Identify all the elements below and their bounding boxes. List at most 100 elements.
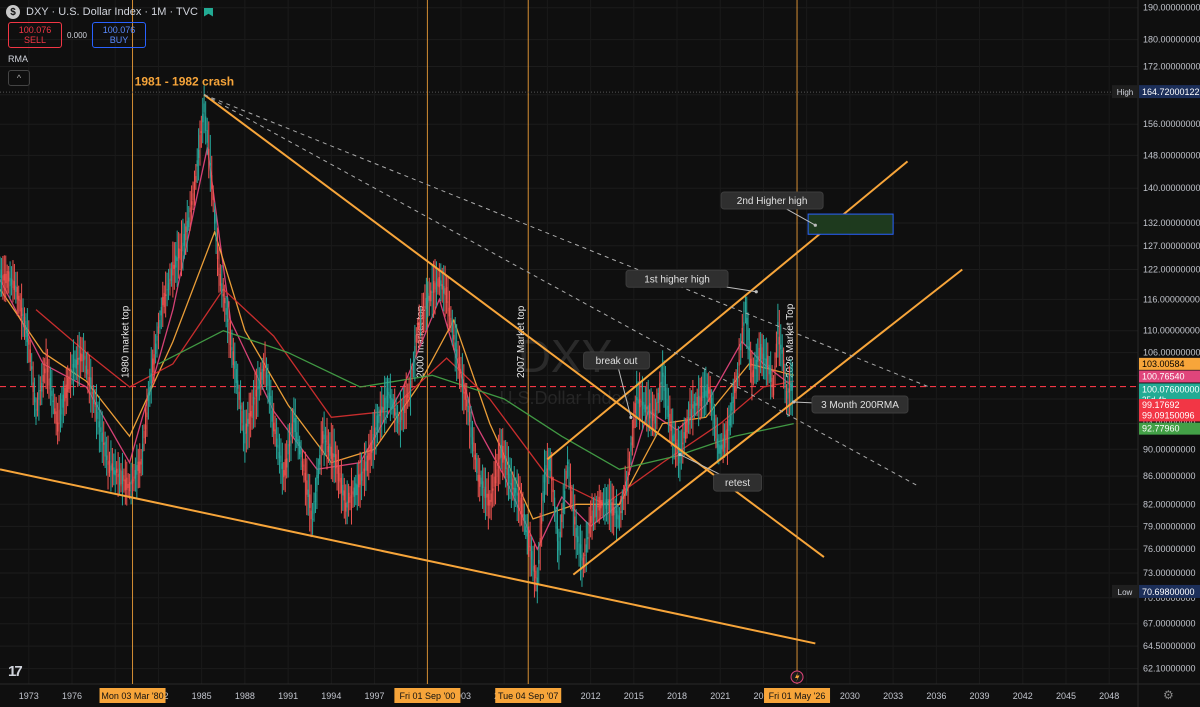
candle-body [327,446,330,453]
candle-body [641,401,644,406]
candle-body [352,491,354,495]
candle-body [15,285,17,292]
candle-body [311,518,314,520]
x-tick-label: 2012 [581,691,601,701]
candle-body [602,503,605,505]
candle-body [5,273,7,284]
candle-body [274,429,276,435]
candle-body [183,233,185,247]
candle-body [299,441,301,455]
candle-body [67,378,69,393]
candle-body [738,359,740,366]
date-label: Mon 03 Mar '80 [101,691,163,701]
candle-body [503,455,505,460]
candle-body [216,250,219,260]
candle-body [600,500,602,509]
candle-body [512,478,514,490]
candle-body [358,474,360,488]
candle-body [620,510,622,514]
candle-body [571,491,573,504]
candle-body [324,440,327,443]
candle-body [294,418,296,432]
candle-body [457,357,459,365]
buy-button[interactable]: 100.076 BUY [92,22,146,48]
candle-body [621,499,623,513]
candle-body [757,356,759,362]
candle-body [69,368,72,377]
candle-body [94,402,96,407]
extreme-label: High [1117,88,1133,97]
gear-icon[interactable]: ⚙ [1163,688,1174,702]
candle-body [257,386,259,390]
candle-body [666,399,668,410]
y-tick-label: 180.00000000 [1143,35,1200,45]
annotation-text: 2nd Higher high [737,196,808,207]
candle-body [751,372,753,384]
annotation-pointer-dot [754,290,758,294]
flag-icon[interactable] [203,7,213,17]
candle-body [732,396,734,403]
candle-body [337,467,340,481]
candle-body [156,335,158,341]
indicator-label[interactable]: RMA [8,54,28,64]
candle-body [284,459,286,476]
annotation-text: break out [596,356,638,367]
y-tick-label: 62.10000000 [1143,664,1196,674]
candle-body [752,370,754,378]
candle-body [489,499,491,506]
candle-body [264,363,266,366]
chart-header: $ DXY · U.S. Dollar Index · 1M · TVC [6,5,213,19]
candle-body [469,411,471,422]
candle-body [64,388,66,402]
candle-body [492,488,494,491]
x-tick-label: 2042 [1013,691,1033,701]
candle-body [425,297,427,310]
candle-body [45,362,47,364]
y-tick-label: 122.00000000 [1143,265,1200,275]
candle-body [723,434,726,448]
sell-price: 100.076 [18,25,52,35]
candle-body [296,432,298,442]
candle-body [545,465,547,474]
candle-body [787,388,789,399]
candle-body [124,479,126,491]
candle-body [116,468,118,473]
candle-body [46,367,49,373]
candle-body [528,534,530,548]
candle-body [314,492,317,502]
candle-body [188,217,190,228]
candle-body [335,454,337,469]
candle-body [424,305,426,309]
candle-body [712,410,714,416]
candle-body [208,149,210,156]
candle-body [617,514,619,520]
candle-body [496,469,498,477]
candle-body [241,410,243,423]
candle-body [229,334,232,345]
candle-body [326,435,328,445]
candle-body [630,442,632,452]
candle-body [734,387,736,393]
candle-body [35,408,37,420]
collapse-indicators-button[interactable]: ^ [8,70,30,86]
candle-body [543,472,546,483]
candle-body [683,432,685,439]
candle-body [57,422,59,432]
candle-body [649,403,651,419]
y-tick-label: 82.00000000 [1143,499,1196,509]
candle-body [404,404,406,414]
y-tick-label: 106.00000000 [1143,348,1200,358]
candle-body [215,233,217,241]
candle-body [84,355,86,360]
sell-button[interactable]: 100.076 SELL [8,22,62,48]
candle-body [735,375,737,392]
candle-body [336,461,338,474]
candle-body [239,405,242,410]
candle-body [613,507,615,516]
candle-body [520,497,523,513]
price-chart[interactable]: 190.00000000 180.00000000 172.00000000 164.… [0,0,1200,707]
candle-body [588,522,590,534]
candle-body [100,427,102,432]
candle-body [411,368,413,378]
candle-body [656,402,658,411]
